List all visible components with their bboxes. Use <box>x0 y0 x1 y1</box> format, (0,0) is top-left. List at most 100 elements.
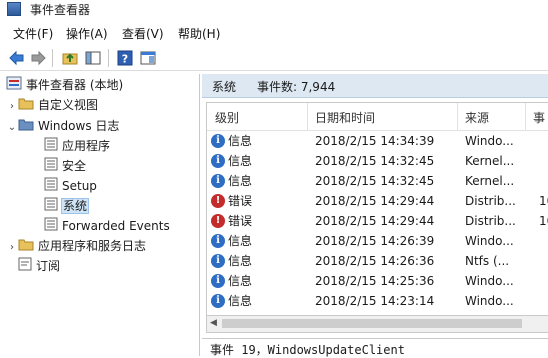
menu-file[interactable]: 文件(F) <box>13 25 53 42</box>
datetime-cell: 2018/2/15 14:29:44 <box>315 194 435 208</box>
svg-text:?: ? <box>122 53 128 66</box>
tree-item-log-security[interactable]: 安全 <box>44 156 86 176</box>
level-cell: 信息 <box>211 131 252 151</box>
menu-bar: 文件(F) 操作(A) 查看(V) 帮助(H) <box>0 22 548 44</box>
info-icon <box>211 253 225 268</box>
tree-item-label: 事件查看器 (本地) <box>26 78 124 92</box>
tree-item-label: 应用程序和服务日志 <box>38 239 147 253</box>
back-arrow-icon[interactable] <box>8 49 26 67</box>
level-text: 信息 <box>228 234 253 248</box>
tree-item-log-application[interactable]: 应用程序 <box>44 136 110 156</box>
menu-view[interactable]: 查看(V) <box>122 25 164 42</box>
error-icon <box>211 193 225 208</box>
column-header-level[interactable]: 级别 <box>215 109 239 126</box>
log-icon <box>44 217 58 237</box>
log-icon <box>44 137 58 157</box>
level-text: 信息 <box>228 134 253 148</box>
chevron-down-icon[interactable]: ⌄ <box>6 118 18 138</box>
level-text: 信息 <box>228 294 253 308</box>
tree-item-app-service-logs[interactable]: › 应用程序和服务日志 <box>6 236 146 256</box>
datetime-cell: 2018/2/15 14:25:36 <box>315 274 435 288</box>
level-cell: 信息 <box>211 251 252 271</box>
event-id-cell: 10 <box>539 214 548 228</box>
chevron-right-icon[interactable]: › <box>6 97 18 117</box>
event-viewer-icon <box>6 76 22 96</box>
level-cell: 错误 <box>211 211 252 231</box>
source-cell: Distrib... <box>465 194 516 208</box>
table-row[interactable]: 信息 2018/2/15 14:26:36 Ntfs (... <box>207 251 548 271</box>
event-viewer-icon <box>7 2 21 16</box>
tree-item-log-setup[interactable]: Setup <box>44 176 97 196</box>
level-cell: 信息 <box>211 271 252 291</box>
table-row[interactable]: 信息 2018/2/15 14:34:39 Windo... <box>207 131 548 151</box>
info-icon <box>211 293 225 308</box>
table-row[interactable]: 信息 2018/2/15 14:32:45 Kernel... <box>207 171 548 191</box>
scroll-thumb[interactable] <box>222 319 522 328</box>
source-cell: Windo... <box>465 234 514 248</box>
tree-item-root[interactable]: 事件查看器 (本地) <box>6 75 123 95</box>
info-icon <box>211 153 225 168</box>
tree-item-log-system[interactable]: 系统 <box>44 196 90 216</box>
log-icon <box>44 157 58 177</box>
table-row[interactable]: 错误 2018/2/15 14:29:44 Distrib... 10 <box>207 191 548 211</box>
event-id-cell: 10 <box>539 194 548 208</box>
table-row[interactable]: 信息 2018/2/15 14:23:14 Windo... <box>207 291 548 311</box>
info-icon <box>211 273 225 288</box>
table-row[interactable]: 信息 2018/2/15 14:25:36 Windo... <box>207 271 548 291</box>
column-divider[interactable] <box>457 103 458 130</box>
table-row[interactable]: 信息 2018/2/15 14:32:45 Kernel... <box>207 151 548 171</box>
info-icon <box>211 133 225 148</box>
source-cell: Distrib... <box>465 214 516 228</box>
tree-item-windows-logs[interactable]: ⌄ Windows 日志 <box>6 116 119 136</box>
level-text: 信息 <box>228 274 253 288</box>
window-title: 事件查看器 <box>30 3 91 17</box>
title-bar: 事件查看器 <box>0 0 548 19</box>
horizontal-scrollbar[interactable]: ◀ <box>206 316 548 333</box>
level-cell: 信息 <box>211 231 252 251</box>
source-cell: Kernel... <box>465 154 515 168</box>
properties-icon[interactable] <box>139 49 157 67</box>
level-cell: 错误 <box>211 191 252 211</box>
menu-help[interactable]: 帮助(H) <box>178 25 220 42</box>
column-divider[interactable] <box>525 103 526 130</box>
datetime-cell: 2018/2/15 14:26:39 <box>315 234 435 248</box>
navigation-tree: 事件查看器 (本地) › 自定义视图 ⌄ Windows 日志 应用程序 安全 … <box>0 74 200 356</box>
tree-item-label: 自定义视图 <box>38 98 99 112</box>
table-row[interactable]: 错误 2018/2/15 14:29:44 Distrib... 10 <box>207 211 548 231</box>
folder-icon <box>18 117 34 137</box>
column-divider[interactable] <box>307 103 308 130</box>
tree-item-label: 系统 <box>60 198 90 214</box>
info-icon <box>211 233 225 248</box>
datetime-cell: 2018/2/15 14:32:45 <box>315 174 435 188</box>
event-count: 事件数: 7,944 <box>257 80 336 94</box>
subscription-icon <box>18 257 32 277</box>
datetime-cell: 2018/2/15 14:32:45 <box>315 154 435 168</box>
folder-up-icon[interactable] <box>61 49 79 67</box>
toolbar-separator <box>52 49 53 67</box>
tree-item-log-forwarded[interactable]: Forwarded Events <box>44 216 170 236</box>
menu-action[interactable]: 操作(A) <box>66 25 108 42</box>
column-header-source[interactable]: 来源 <box>465 109 489 126</box>
column-header-datetime[interactable]: 日期和时间 <box>315 109 375 126</box>
event-detail-bar: 事件 19，WindowsUpdateClient <box>202 338 548 357</box>
tree-item-custom-views[interactable]: › 自定义视图 <box>6 95 98 115</box>
table-row[interactable]: 信息 2018/2/15 14:26:39 Windo... <box>207 231 548 251</box>
source-cell: Kernel... <box>465 174 515 188</box>
datetime-cell: 2018/2/15 14:29:44 <box>315 214 435 228</box>
scroll-left-icon[interactable]: ◀ <box>210 318 217 328</box>
show-hide-tree-icon[interactable] <box>84 49 102 67</box>
tree-item-subscriptions[interactable]: 订阅 <box>18 256 60 276</box>
source-cell: Windo... <box>465 294 514 308</box>
source-cell: Windo... <box>465 134 514 148</box>
level-cell: 信息 <box>211 151 252 171</box>
column-header-event-id[interactable]: 事 <box>533 109 545 126</box>
help-icon[interactable]: ? <box>116 49 134 67</box>
source-cell: Windo... <box>465 274 514 288</box>
toolbar-separator <box>108 49 109 67</box>
level-cell: 信息 <box>211 291 252 311</box>
forward-arrow-icon[interactable] <box>29 49 47 67</box>
error-icon <box>211 213 225 228</box>
chevron-right-icon[interactable]: › <box>6 238 18 258</box>
event-detail-title: 事件 19，WindowsUpdateClient <box>210 343 405 357</box>
grid-header: 级别 日期和时间 来源 事 <box>207 103 548 131</box>
